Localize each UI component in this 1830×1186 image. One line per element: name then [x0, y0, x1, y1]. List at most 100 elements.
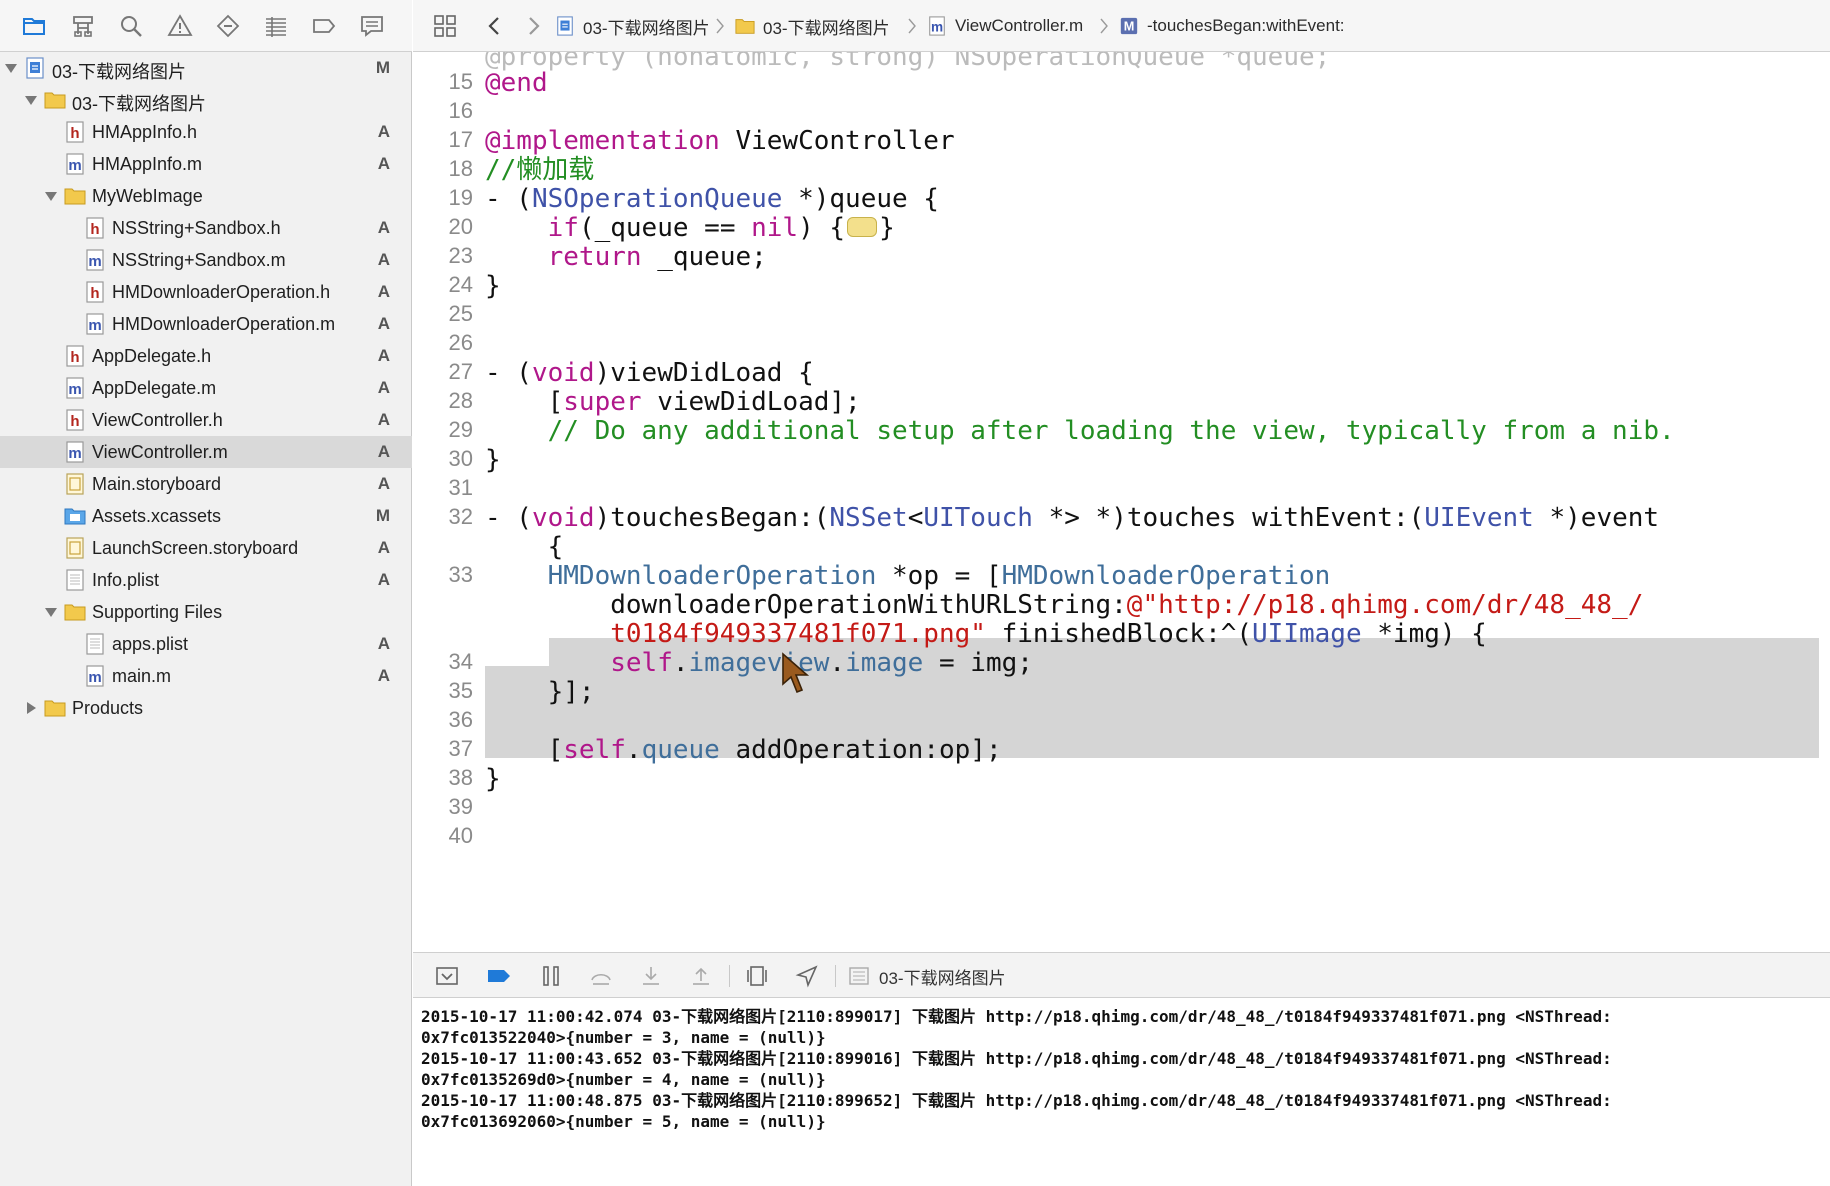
source-control-badge: A [377, 538, 390, 557]
tree-file-row[interactable]: LaunchScreen.storyboard A [0, 532, 412, 564]
code-token: [ [485, 387, 564, 417]
code-line: @property (nonatomic, strong) NSOperatio… [485, 52, 1330, 74]
tree-item-label: Main.storyboard [92, 474, 222, 494]
tree-file-row[interactable]: m AppDelegate.m A [0, 372, 412, 404]
folder-icon [64, 185, 86, 207]
tree-file-row[interactable]: m HMDownloaderOperation.m A [0, 308, 412, 340]
step-into-icon[interactable] [637, 962, 665, 990]
svg-text:m: m [88, 253, 101, 270]
tree-file-row[interactable]: m HMAppInfo.m A [0, 148, 412, 180]
tree-file-row[interactable]: m main.m A [0, 660, 412, 692]
back-arrow-icon[interactable] [481, 12, 509, 40]
tree-file-row[interactable]: Main.storyboard A [0, 468, 412, 500]
mouse-cursor-icon [781, 652, 811, 696]
svg-text:m: m [68, 445, 81, 462]
test-navigator-icon[interactable] [214, 12, 242, 40]
svg-text:M: M [1124, 19, 1135, 34]
debug-console[interactable]: 2015-10-17 11:00:42.074 03-下载网络图片[2110:8… [413, 998, 1830, 1186]
view-hierarchy-icon[interactable] [743, 962, 771, 990]
tree-folder-row[interactable]: MyWebImage [0, 180, 412, 212]
source-control-badge: A [377, 122, 390, 141]
breadcrumb-item[interactable]: 03-下载网络图片 [735, 0, 890, 52]
tree-folder-row[interactable]: Products [0, 692, 412, 724]
tree-folder-row[interactable]: Supporting Files [0, 596, 412, 628]
code-line: return _queue; [485, 240, 767, 274]
code-line: } [485, 762, 501, 796]
project-icon [555, 16, 575, 36]
breadcrumb-item[interactable]: m ViewController.m [927, 0, 1083, 52]
pause-icon[interactable] [537, 962, 565, 990]
code-token: *op = [ [876, 561, 1002, 591]
source-control-badge: M [375, 58, 390, 77]
storyboard-icon [64, 473, 86, 495]
tree-file-row[interactable]: h HMDownloaderOperation.h A [0, 276, 412, 308]
code-token: self [610, 648, 673, 678]
code-line: @end [485, 66, 548, 100]
tree-file-row[interactable]: h ViewController.h A [0, 404, 412, 436]
line-number: 32 [448, 504, 473, 529]
location-arrow-icon[interactable] [793, 962, 821, 990]
breakpoints-toggle-icon[interactable] [485, 962, 513, 990]
disclosure-triangle-right-icon[interactable] [24, 701, 38, 715]
svg-text:m: m [68, 381, 81, 398]
tree-file-row[interactable]: h NSString+Sandbox.h A [0, 212, 412, 244]
breadcrumb-item[interactable]: M -touchesBegan:withEvent: [1119, 0, 1345, 52]
step-over-icon[interactable] [587, 962, 615, 990]
disclosure-triangle-down-icon[interactable] [44, 189, 58, 203]
header-file-icon: h [84, 281, 106, 303]
tree-file-row[interactable]: m NSString+Sandbox.m A [0, 244, 412, 276]
source-control-badge: A [377, 218, 390, 237]
m-file-icon: m [64, 441, 86, 463]
line-number: 23 [448, 243, 473, 268]
hide-debug-area-icon[interactable] [433, 962, 461, 990]
source-control-badge: A [377, 666, 390, 685]
folder-icon [735, 16, 755, 36]
code-token: - ( [485, 503, 532, 533]
tree-file-row[interactable]: apps.plist A [0, 628, 412, 660]
report-navigator-icon[interactable] [358, 12, 386, 40]
debug-navigator-icon[interactable] [262, 12, 290, 40]
source-control-badge: A [377, 410, 390, 429]
tree-file-row[interactable]: h AppDelegate.h A [0, 340, 412, 372]
line-number-gutter: 15 16 17 18 19 20 23 24 25 26 27 28 29 30 31 32 33 34 35 36… [413, 52, 481, 952]
project-navigator-icon[interactable] [20, 12, 48, 40]
tree-file-row[interactable]: Assets.xcassets M [0, 500, 412, 532]
issue-navigator-icon[interactable] [166, 12, 194, 40]
breadcrumb-label: ViewController.m [955, 16, 1084, 35]
code-token: } [485, 271, 501, 301]
line-number: 20 [448, 214, 473, 239]
step-out-icon[interactable] [687, 962, 715, 990]
tree-folder-row[interactable]: 03-下载网络图片 [0, 84, 412, 116]
disclosure-triangle-down-icon[interactable] [44, 605, 58, 619]
source-editor[interactable]: 15 16 17 18 19 20 23 24 25 26 27 28 29 30 31 32 33 34 35 36… [413, 52, 1830, 952]
tree-item-label: AppDelegate.m [92, 378, 217, 398]
disclosure-triangle-down-icon[interactable] [4, 61, 18, 75]
breadcrumb-item[interactable]: 03-下载网络图片 [555, 0, 710, 52]
tree-folder-row[interactable]: 03-下载网络图片 M [0, 52, 412, 84]
forward-arrow-icon[interactable] [519, 12, 547, 40]
code-token: HMDownloaderOperation [547, 561, 877, 591]
code-token: *img) { [1361, 619, 1487, 649]
tree-file-row[interactable]: h HMAppInfo.h A [0, 116, 412, 148]
breakpoint-navigator-icon[interactable] [310, 12, 338, 40]
tree-item-label: Info.plist [92, 570, 160, 590]
related-items-icon[interactable] [431, 12, 459, 40]
search-icon[interactable] [117, 12, 145, 40]
tree-item-label: 03-下载网络图片 [52, 62, 187, 82]
tree-file-row[interactable]: Info.plist A [0, 564, 412, 596]
code-token: viewDidLoad]; [641, 387, 861, 417]
symbol-navigator-icon[interactable] [69, 12, 97, 40]
debug-target-label: 03-下载网络图片 [879, 968, 1006, 988]
method-icon: M [1119, 16, 1139, 36]
tree-item-label: 03-下载网络图片 [72, 94, 207, 114]
svg-text:h: h [70, 349, 79, 366]
tree-file-row[interactable]: m ViewController.m A [0, 436, 412, 468]
source-control-badge: M [375, 506, 390, 525]
code-token: HMDownloaderOperation [1001, 561, 1331, 591]
folded-code-icon[interactable] [847, 216, 878, 237]
code-token: downloaderOperationWithURLString: [485, 590, 1127, 620]
m-file-icon: m [927, 16, 947, 36]
code-token: NSSet [829, 503, 908, 533]
disclosure-triangle-down-icon[interactable] [24, 93, 38, 107]
